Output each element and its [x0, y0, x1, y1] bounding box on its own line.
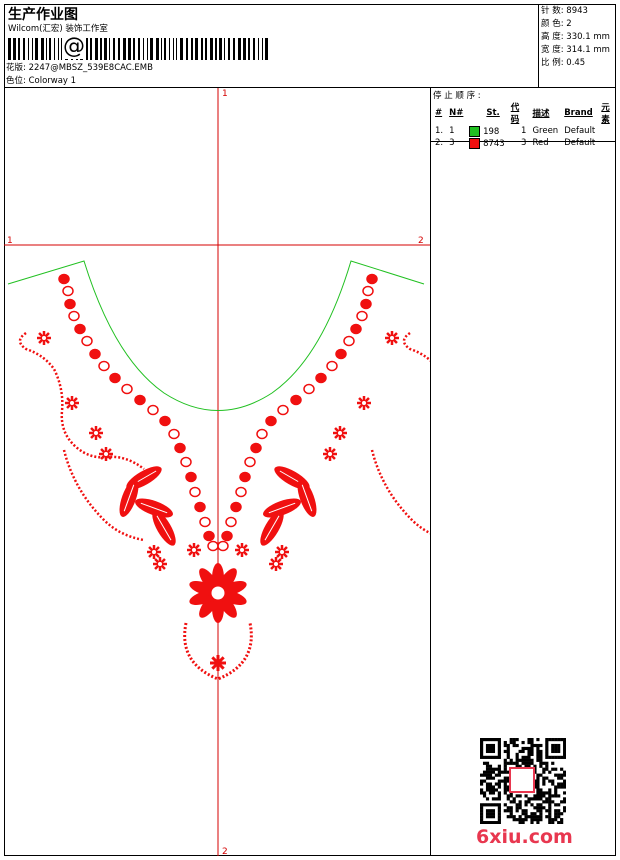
barcode — [8, 38, 268, 60]
embroidery-design: 1 1 2 2 — [4, 88, 430, 856]
table-row: 1. 1 198 1 Green Default — [435, 125, 596, 137]
axis-label-top: 1 — [222, 89, 228, 99]
thread-table-header: # N# St. 代码 描述 Brand 元素 — [435, 103, 610, 125]
design-file-name: 2247@MBSZ_539E8CAC.EMB — [28, 63, 153, 73]
color-swatch — [469, 125, 481, 137]
stat-stitches: 针 数: 8943 — [541, 6, 588, 16]
color-swatch — [469, 137, 481, 149]
design-stats: 针 数: 8943 颜 色: 2 高 度: 330.1 mm 宽 度: 314.… — [541, 5, 610, 70]
stat-scale: 比 例: 0.45 — [541, 58, 586, 68]
watermark-logo: 6xiu.com — [476, 826, 573, 848]
neckline-outline — [7, 260, 425, 411]
company-name: Wilcom(汇宏) 装饰工作室 — [8, 24, 108, 34]
qr-code — [480, 738, 566, 824]
page-title: 生产作业图 — [8, 7, 78, 23]
embroidery-motif — [18, 273, 430, 681]
barcode-glyph: @ — [62, 34, 86, 59]
stats-divider — [538, 4, 539, 88]
stop-order-heading: 停 止 顺 序 : — [433, 91, 481, 101]
table-row: 2. 3 8743 3 Red Default — [435, 137, 596, 149]
axis-label-left: 1 — [7, 236, 13, 246]
side-panel-divider — [430, 88, 431, 856]
stat-height: 高 度: 330.1 mm — [541, 32, 610, 42]
thread-table: # N# St. 代码 描述 Brand 元素 1. 1 198 1 Green… — [432, 101, 620, 149]
colorway-value: Colorway 1 — [28, 76, 77, 86]
axis-label-bottom: 2 — [222, 847, 228, 856]
colorway-row: 色位: Colorway 1 — [6, 76, 76, 86]
stat-width: 宽 度: 314.1 mm — [541, 45, 610, 55]
axis-label-right: 2 — [418, 236, 424, 246]
colorway-label: 色位: — [6, 76, 26, 86]
crosshair: 1 1 2 2 — [4, 88, 430, 856]
stat-colors: 颜 色: 2 — [541, 19, 572, 29]
design-file-label: 花版: — [6, 63, 26, 73]
design-file-row: 花版: 2247@MBSZ_539E8CAC.EMB — [6, 63, 153, 73]
